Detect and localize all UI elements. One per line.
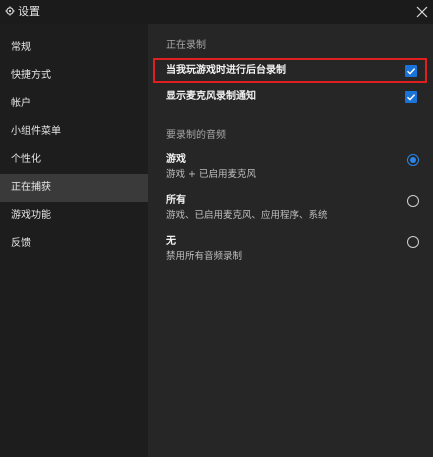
audio-option-none[interactable]: 无 禁用所有音频录制 (166, 235, 424, 265)
audio-option-all[interactable]: 所有 游戏、已启用麦克风、应用程序、系统 (166, 194, 424, 224)
audio-option-game-title: 游戏 (166, 154, 186, 165)
audio-option-all-radio[interactable] (407, 195, 419, 207)
audio-option-game[interactable]: 游戏 游戏 + 已启用麦克风 (166, 153, 424, 183)
audio-option-none-radio[interactable] (407, 236, 419, 248)
window-title: 设置 (18, 5, 40, 18)
gear-icon (5, 6, 15, 16)
sidebar-nav: 常规 快捷方式 帐户 小组件菜单 个性化 正在捕获 游戏功能 反馈 (0, 24, 148, 457)
settings-window: 设置 常规 快捷方式 帐户 小组件菜单 个性化 正在捕获 游戏功能 反馈 正在录… (0, 0, 433, 457)
sidebar-item-gaming-features[interactable]: 游戏功能 (0, 202, 148, 230)
mic-notification-checkbox[interactable] (405, 91, 417, 103)
audio-option-game-radio[interactable] (407, 154, 419, 166)
audio-option-all-subtitle: 游戏、已启用麦克风、应用程序、系统 (166, 210, 328, 221)
settings-content: 正在录制 当我玩游戏时进行后台录制 显示麦克风录制通知 要录制的音频 游戏 游戏… (148, 24, 433, 457)
mic-notification-option[interactable]: 显示麦克风录制通知 (166, 88, 424, 106)
close-icon[interactable] (413, 3, 431, 21)
audio-option-all-title: 所有 (166, 195, 186, 206)
sidebar-item-personalization[interactable]: 个性化 (0, 146, 148, 174)
audio-option-game-subtitle: 游戏 + 已启用麦克风 (166, 169, 256, 180)
highlight-box (153, 58, 427, 83)
recording-section-heading: 正在录制 (166, 40, 206, 51)
title-bar: 设置 (0, 0, 433, 24)
audio-section-heading: 要录制的音频 (166, 130, 226, 141)
sidebar-item-feedback[interactable]: 反馈 (0, 230, 148, 258)
sidebar-item-general[interactable]: 常规 (0, 34, 148, 62)
sidebar-item-account[interactable]: 帐户 (0, 90, 148, 118)
sidebar-item-widget-menu[interactable]: 小组件菜单 (0, 118, 148, 146)
sidebar-item-capturing[interactable]: 正在捕获 (0, 174, 148, 202)
audio-option-none-subtitle: 禁用所有音频录制 (166, 251, 243, 262)
checkmark-icon (407, 94, 416, 101)
mic-notification-label: 显示麦克风录制通知 (166, 91, 256, 102)
sidebar-item-shortcuts[interactable]: 快捷方式 (0, 62, 148, 90)
audio-option-none-title: 无 (166, 236, 176, 247)
